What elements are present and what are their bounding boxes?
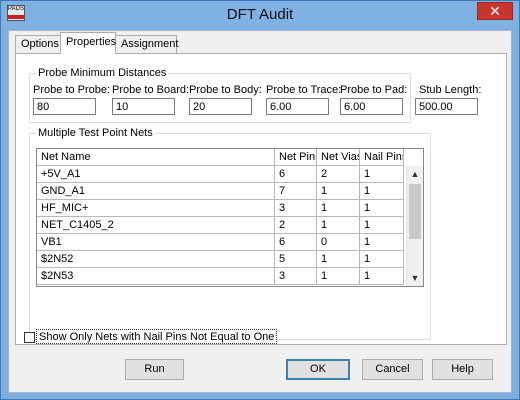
help-button[interactable]: Help	[432, 359, 493, 380]
probe-to-board-input[interactable]	[112, 98, 175, 115]
nail-pins-cell: 1	[360, 268, 404, 285]
table-row[interactable]: HF_MIC+ 3 1 1	[37, 200, 404, 217]
tab-properties[interactable]: Properties	[60, 32, 116, 54]
table-row[interactable]: $2N52 5 1 1	[37, 251, 404, 268]
scroll-down-icon[interactable]: ▼	[407, 270, 423, 286]
probe-to-body-input[interactable]	[189, 98, 252, 115]
column-header-nail-pins[interactable]: Nail Pins	[360, 149, 404, 166]
net-pins-cell: 6	[275, 166, 317, 183]
table-row[interactable]: $2N53 3 1 1	[37, 268, 404, 285]
close-button[interactable]: ✕	[477, 2, 513, 20]
net-pins-cell: 5	[275, 251, 317, 268]
table-row[interactable]: VB1 6 0 1	[37, 234, 404, 251]
window-title: DFT Audit	[226, 6, 294, 23]
net-pins-cell: 2	[275, 217, 317, 234]
net-name-cell: NET_C1405_2	[37, 217, 275, 234]
show-only-nets-label[interactable]: Show Only Nets with Nail Pins Not Equal …	[36, 329, 278, 344]
nail-pins-cell: 1	[360, 166, 404, 183]
stub-length-input[interactable]	[415, 98, 478, 115]
net-name-cell: GND_A1	[37, 183, 275, 200]
probe-to-pad-label: Probe to Pad:	[340, 84, 408, 96]
nail-pins-cell: 1	[360, 234, 404, 251]
column-header-net-vias[interactable]: Net Vias	[317, 149, 360, 166]
net-name-cell: VB1	[37, 234, 275, 251]
probe-to-body-label: Probe to Body:	[189, 84, 262, 96]
probe-to-trace-input[interactable]	[266, 98, 329, 115]
scroll-up-icon[interactable]: ▲	[407, 166, 423, 182]
probe-to-probe-label: Probe to Probe:	[33, 84, 111, 96]
nets-grid[interactable]: Net Name Net Pins Net Vias Nail Pins +5V…	[36, 148, 424, 287]
net-name-cell: $2N52	[37, 251, 275, 268]
run-button[interactable]: Run	[125, 359, 184, 380]
column-header-net-pins[interactable]: Net Pins	[275, 149, 317, 166]
table-row[interactable]: +5V_A1 6 2 1	[37, 166, 404, 183]
nail-pins-cell: 1	[360, 217, 404, 234]
probe-to-probe-input[interactable]	[33, 98, 96, 115]
net-pins-cell: 7	[275, 183, 317, 200]
nail-pins-cell: 1	[360, 200, 404, 217]
net-vias-cell: 2	[317, 166, 360, 183]
scroll-thumb[interactable]	[409, 184, 421, 239]
table-row[interactable]: NET_C1405_2 2 1 1	[37, 217, 404, 234]
vertical-scrollbar[interactable]: ▲ ▼	[406, 166, 423, 286]
table-row[interactable]: GND_A1 7 1 1	[37, 183, 404, 200]
net-vias-cell: 1	[317, 251, 360, 268]
stub-length-label: Stub Length:	[419, 84, 482, 96]
net-vias-cell: 1	[317, 268, 360, 285]
probe-to-pad-input[interactable]	[340, 98, 403, 115]
net-name-cell: +5V_A1	[37, 166, 275, 183]
net-vias-cell: 1	[317, 200, 360, 217]
ok-button[interactable]: OK	[286, 359, 350, 380]
tab-assignment[interactable]: Assignment	[115, 35, 178, 53]
net-vias-cell: 0	[317, 234, 360, 251]
multiple-test-point-nets-group: Multiple Test Point Nets Net Name Net Pi…	[29, 127, 431, 340]
probe-to-board-label: Probe to Board:	[112, 84, 190, 96]
net-pins-cell: 3	[275, 200, 317, 217]
net-name-cell: $2N53	[37, 268, 275, 285]
tab-options[interactable]: Options	[15, 35, 61, 53]
cancel-button[interactable]: Cancel	[362, 359, 423, 380]
close-icon: ✕	[489, 3, 501, 19]
column-header-net-name[interactable]: Net Name	[37, 149, 275, 166]
net-name-cell: HF_MIC+	[37, 200, 275, 217]
group-title: Multiple Test Point Nets	[36, 127, 155, 139]
net-vias-cell: 1	[317, 217, 360, 234]
grid-header: Net Name Net Pins Net Vias Nail Pins	[37, 149, 404, 166]
title-bar[interactable]: PADS DFT Audit ✕	[1, 1, 519, 28]
dialog-client-area: Options Properties Assignment Probe Mini…	[8, 30, 512, 393]
nail-pins-cell: 1	[360, 183, 404, 200]
nail-pins-cell: 1	[360, 251, 404, 268]
net-pins-cell: 3	[275, 268, 317, 285]
dft-audit-window: PADS DFT Audit ✕ Options Properties Assi…	[0, 0, 520, 400]
net-pins-cell: 6	[275, 234, 317, 251]
net-vias-cell: 1	[317, 183, 360, 200]
group-title: Probe Minimum Distances	[36, 67, 169, 79]
show-only-nets-checkbox[interactable]	[24, 332, 35, 343]
probe-to-trace-label: Probe to Trace:	[266, 84, 342, 96]
properties-panel: Probe Minimum Distances Probe to Probe: …	[15, 53, 507, 345]
